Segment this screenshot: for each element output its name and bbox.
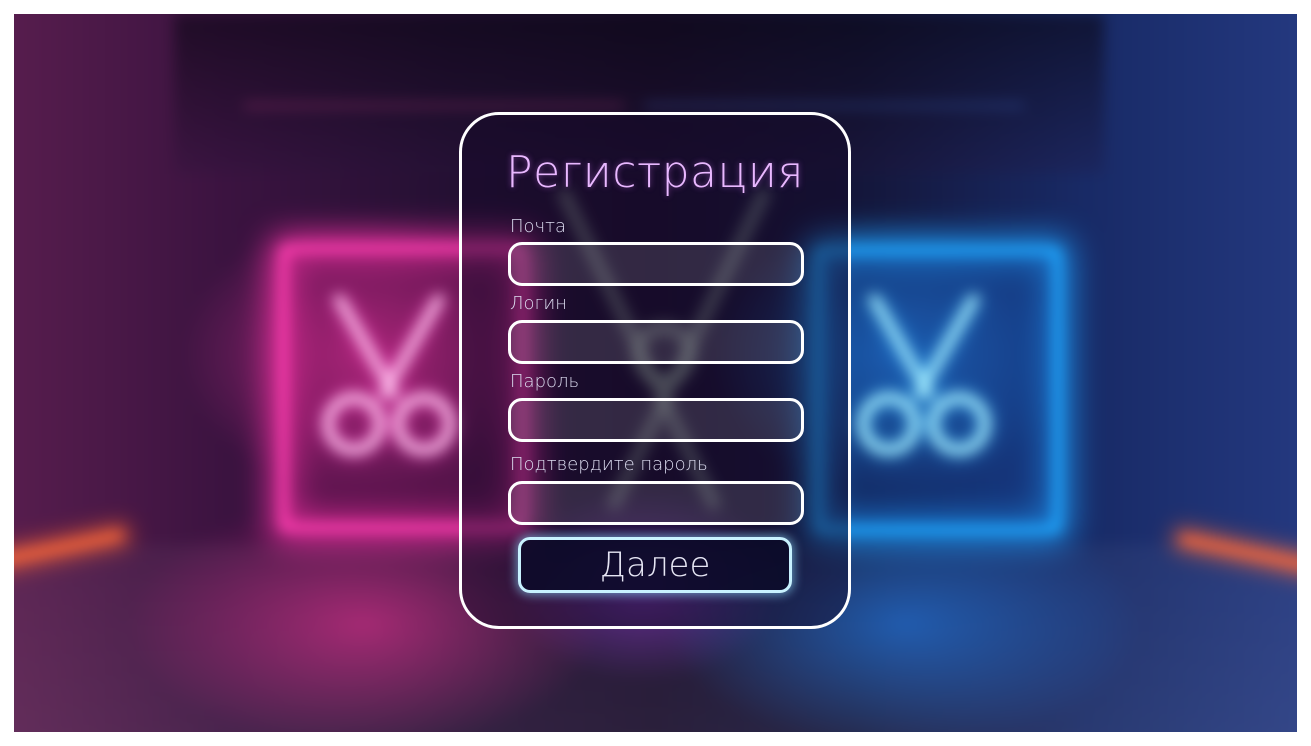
confirm-password-field[interactable] bbox=[508, 481, 804, 525]
registration-screen: Регистрация Почта Логин Пароль Подтверди… bbox=[0, 0, 1311, 746]
scissors-icon bbox=[858, 294, 990, 455]
login-label: Логин bbox=[510, 293, 568, 314]
email-label: Почта bbox=[510, 216, 567, 237]
login-field[interactable] bbox=[508, 320, 804, 364]
scissors-icon bbox=[323, 294, 455, 455]
password-label: Пароль bbox=[510, 371, 580, 392]
password-field[interactable] bbox=[508, 398, 804, 442]
page-title: Регистрация bbox=[506, 147, 804, 198]
confirm-password-label: Подтвердите пароль bbox=[510, 454, 708, 475]
email-field[interactable] bbox=[508, 242, 804, 286]
next-button[interactable]: Далее bbox=[518, 537, 792, 593]
registration-card: Регистрация Почта Логин Пароль Подтверди… bbox=[459, 112, 851, 629]
